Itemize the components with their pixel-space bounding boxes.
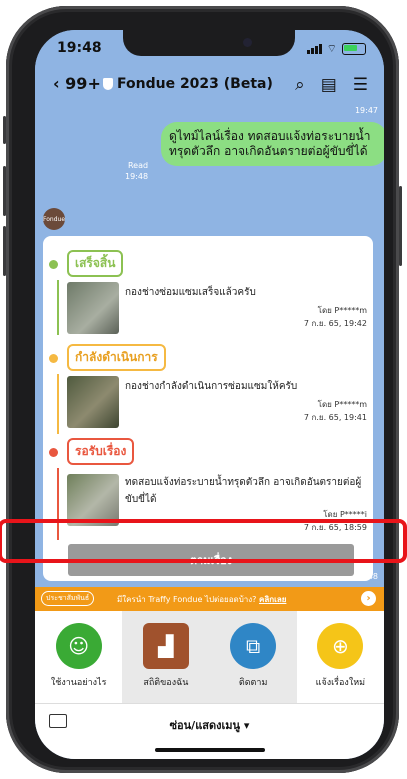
phone-frame: 19:48 ⌔ ‹ 99+ Fondue 2023 (Beta) ⌕ ▤ ☰ 1… — [3, 6, 402, 773]
add-icon: ⊕ — [317, 623, 364, 669]
stage-pending-description: ทดสอบแจ้งท่อระบายน้ำทรุดตัวลึก อาจเกิดอั… — [125, 477, 362, 505]
unread-count: 99+ — [65, 74, 101, 93]
bottom-bar: ซ่อน/แสดงเมนู ▾ — [35, 703, 384, 759]
promo-message: มีใครนำ Traffy Fondue ไปต่อยอดบ้าง? — [117, 595, 257, 604]
stage-progress-line — [57, 374, 59, 434]
flow-icon: ⧉ — [230, 623, 277, 669]
stage-progress-dot — [49, 354, 58, 363]
back-button[interactable]: ‹ 99+ — [53, 74, 101, 93]
chevron-left-icon: ‹ — [53, 74, 60, 93]
menu-item-follow[interactable]: ⧉ ติดตาม — [209, 611, 297, 703]
screen: 19:48 ⌔ ‹ 99+ Fondue 2023 (Beta) ⌕ ▤ ☰ 1… — [35, 30, 384, 759]
promo-banner[interactable]: ประชาสัมพันธ์ มีใครนำ Traffy Fondue ไปต่… — [35, 587, 384, 611]
wifi-icon: ⌔ — [326, 42, 337, 55]
verified-shield-icon — [103, 78, 113, 90]
stage-done-meta: โดย P*****m 7 ก.ย. 65, 19:42 — [304, 304, 367, 330]
signal-icon — [306, 44, 322, 54]
stage-done-description: กองช่างซ่อมแซมเสร็จแล้วครับ — [125, 287, 256, 298]
menu-label-stats: สถิติของฉัน — [143, 678, 189, 688]
stage-done-dot — [49, 260, 58, 269]
read-label: Read — [127, 161, 149, 170]
menu-item-stats[interactable]: ▟ สถิติของฉัน — [122, 611, 210, 703]
menu-item-new-report[interactable]: ⊕ แจ้งเรื่องใหม่ — [297, 611, 384, 703]
stage-progress-meta: โดย P*****m 7 ก.ย. 65, 19:41 — [304, 398, 367, 424]
stage-progress-label: กำลังดำเนินการ — [67, 344, 166, 371]
chat-header: ‹ 99+ Fondue 2023 (Beta) ⌕ ▤ ☰ — [35, 66, 384, 106]
status-time: 19:48 — [57, 40, 102, 56]
avatar-label: Fondue — [43, 215, 66, 223]
outgoing-message[interactable]: ดูไทม์ไลน์เรื่อง ทดสอบแจ้งท่อระบายน้ำทรุ… — [161, 122, 384, 166]
menu-item-help[interactable]: ☺ ใช้งานอย่างไร — [35, 611, 122, 703]
stage-done-date: 7 ก.ย. 65, 19:42 — [303, 319, 367, 328]
stage-done-author: โดย P*****m — [317, 306, 367, 315]
stage-progress-date: 7 ก.ย. 65, 19:41 — [303, 413, 367, 422]
home-indicator — [155, 748, 265, 752]
stage-done-label: เสร็จสิ้น — [67, 250, 124, 277]
volume-up-button — [3, 166, 6, 216]
status-bar: 19:48 ⌔ — [35, 30, 384, 66]
status-icons: ⌔ — [306, 42, 366, 56]
stage-done-line — [57, 280, 59, 335]
power-button — [399, 186, 402, 266]
menu-label-follow: ติดตาม — [238, 678, 268, 688]
camera-icon — [243, 38, 252, 47]
menu-icon[interactable]: ☰ — [353, 75, 368, 95]
read-time: 19:48 — [125, 172, 149, 181]
volume-down-button — [3, 226, 6, 276]
bot-avatar[interactable]: Fondue — [43, 208, 65, 230]
promo-tag: ประชาสัมพันธ์ — [41, 591, 95, 606]
search-icon[interactable]: ⌕ — [295, 75, 305, 95]
stage-pending-dot — [49, 448, 58, 457]
chevron-right-icon[interactable]: › — [361, 591, 376, 606]
help-icon: ☺ — [55, 623, 102, 669]
mute-switch — [3, 116, 6, 144]
message-timestamp: 19:47 — [354, 106, 378, 115]
read-receipt: Read 19:48 — [125, 160, 148, 182]
stage-progress-photo[interactable] — [67, 376, 119, 428]
message-timestamp-bottom: 19:48 — [354, 572, 378, 581]
menu-label-new-report: แจ้งเรื่องใหม่ — [315, 678, 366, 688]
notch — [123, 30, 295, 56]
menu-label-help: ใช้งานอย่างไร — [50, 678, 107, 688]
stats-icon: ▟ — [142, 623, 189, 669]
stage-done-photo[interactable] — [67, 282, 119, 334]
notes-icon[interactable]: ▤ — [321, 75, 337, 95]
stage-pending-label: รอรับเรื่อง — [67, 438, 135, 465]
promo-text: มีใครนำ Traffy Fondue ไปต่อยอดบ้าง? คลิก… — [117, 593, 286, 606]
battery-icon — [342, 43, 366, 55]
chat-title: Fondue 2023 (Beta) — [117, 76, 273, 92]
chat-area[interactable]: 19:47 ดูไทม์ไลน์เรื่อง ทดสอบแจ้งท่อระบาย… — [35, 106, 384, 584]
menu-toggle[interactable]: ซ่อน/แสดงเมนู ▾ — [35, 716, 384, 734]
stage-progress-author: โดย P*****m — [317, 400, 367, 409]
highlight-box — [0, 519, 407, 563]
rich-menu: ☺ ใช้งานอย่างไร ▟ สถิติของฉัน ⧉ ติดตาม ⊕… — [35, 611, 384, 703]
promo-link[interactable]: คลิกเลย — [259, 595, 286, 604]
stage-progress-description: กองช่างกำลังดำเนินการซ่อมแซมให้ครับ — [125, 381, 298, 392]
